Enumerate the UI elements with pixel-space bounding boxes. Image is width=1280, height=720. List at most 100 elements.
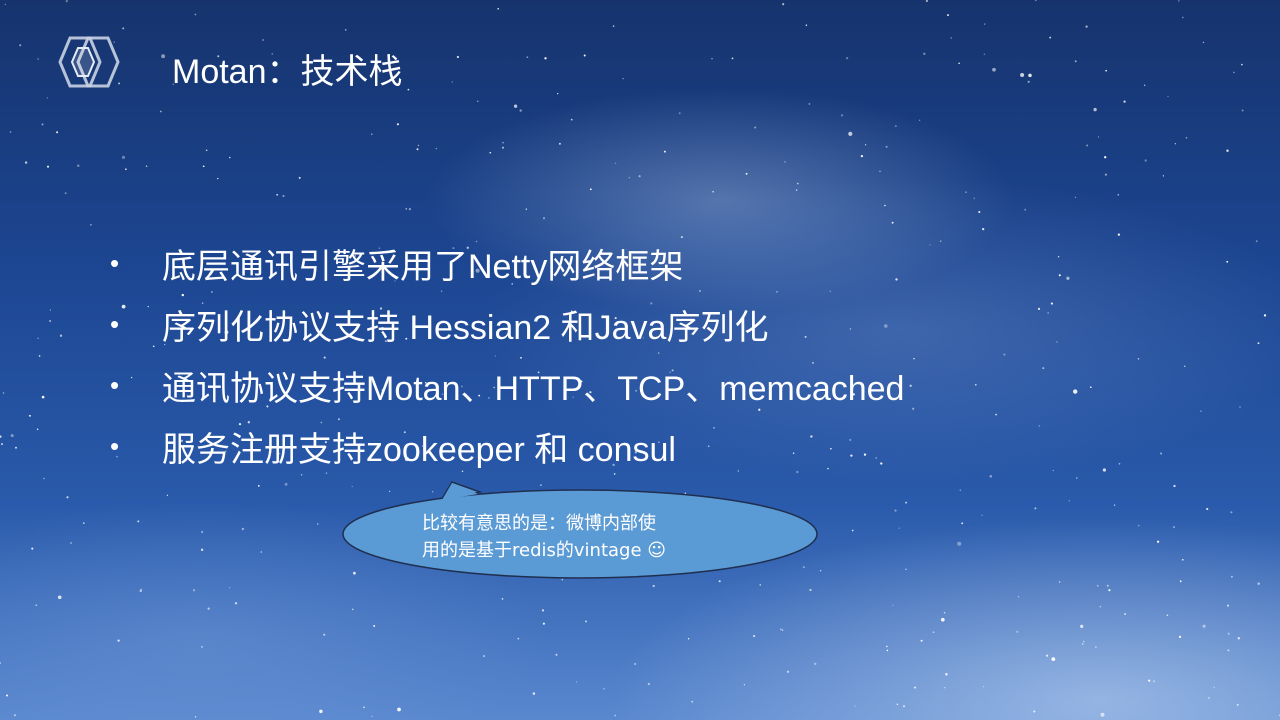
star: [1177, 0, 1180, 2]
star: [1144, 84, 1146, 86]
star: [1108, 589, 1111, 592]
star: [202, 165, 205, 168]
star: [1179, 580, 1182, 583]
star: [687, 637, 690, 640]
star: [1167, 95, 1169, 98]
star: [808, 102, 811, 105]
star: [1226, 260, 1229, 263]
star: [13, 714, 16, 717]
star: [1089, 386, 1092, 389]
star: [886, 649, 889, 652]
bullet-dot: •: [110, 431, 120, 461]
star: [373, 624, 376, 627]
star: [1257, 582, 1260, 585]
star: [754, 126, 757, 129]
star: [1227, 632, 1230, 635]
star: [125, 168, 127, 170]
star: [31, 547, 34, 550]
star: [974, 383, 977, 386]
star: [965, 191, 967, 193]
star: [1257, 342, 1260, 345]
star: [1076, 477, 1078, 479]
star: [1239, 406, 1241, 408]
star: [69, 541, 73, 545]
star: [1042, 367, 1045, 370]
star: [973, 197, 975, 200]
star: [140, 588, 142, 591]
star: [1213, 686, 1215, 689]
star: [284, 482, 288, 486]
star: [1073, 389, 1078, 394]
star: [1160, 452, 1163, 455]
star: [228, 587, 231, 589]
star: [1046, 654, 1049, 657]
star: [1100, 712, 1105, 717]
star: [886, 645, 888, 648]
star: [1058, 581, 1061, 583]
star: [90, 224, 92, 226]
star: [145, 165, 148, 167]
star: [1137, 524, 1140, 527]
star: [1207, 696, 1211, 700]
star: [840, 114, 844, 117]
star: [1162, 175, 1165, 177]
callout-text: 比较有意思的是：微博内部使 用的是基于redis的vintage ☺: [422, 510, 762, 564]
star: [989, 474, 993, 478]
star: [691, 700, 694, 703]
star: [819, 569, 822, 572]
star: [1156, 540, 1160, 543]
star: [1104, 173, 1108, 176]
star: [1102, 468, 1106, 472]
star: [1183, 365, 1186, 368]
star: [532, 692, 536, 695]
star: [1181, 558, 1184, 561]
star: [35, 604, 37, 607]
star: [1017, 596, 1020, 598]
star: [408, 208, 411, 211]
star: [614, 714, 617, 717]
star: [501, 146, 505, 149]
star: [36, 428, 39, 431]
star: [544, 57, 547, 60]
star: [416, 148, 419, 151]
star: [344, 29, 347, 31]
star: [983, 23, 986, 25]
star: [622, 77, 624, 80]
star: [1094, 645, 1097, 648]
star: [958, 62, 960, 65]
star: [583, 54, 586, 57]
star: [117, 639, 120, 642]
star: [923, 52, 926, 55]
star: [780, 628, 782, 631]
star: [652, 584, 655, 588]
star: [1020, 72, 1025, 78]
star: [896, 703, 899, 706]
star: [10, 434, 14, 438]
star: [781, 629, 784, 631]
star: [638, 175, 641, 178]
star: [316, 523, 319, 525]
star: [585, 620, 587, 623]
star: [1174, 143, 1177, 145]
bullet-dot: •: [110, 248, 120, 278]
star: [41, 395, 45, 399]
star: [1117, 193, 1120, 196]
star: [46, 165, 50, 168]
star: [37, 337, 39, 339]
star: [351, 608, 354, 611]
star: [1052, 469, 1054, 472]
star: [397, 707, 401, 712]
star: [848, 131, 853, 136]
bullet-text: 通讯协议支持Motan、HTTP、TCP、memcached: [162, 370, 905, 408]
star: [612, 25, 615, 27]
star: [945, 673, 948, 676]
star: [1206, 507, 1209, 511]
star: [49, 320, 52, 322]
star: [396, 123, 399, 126]
star: [519, 109, 522, 112]
star: [920, 639, 923, 642]
star: [959, 489, 962, 491]
star: [570, 118, 573, 121]
bullet-item: • 底层通讯引擎采用了Netty网络框架: [110, 233, 904, 294]
star: [435, 147, 437, 150]
